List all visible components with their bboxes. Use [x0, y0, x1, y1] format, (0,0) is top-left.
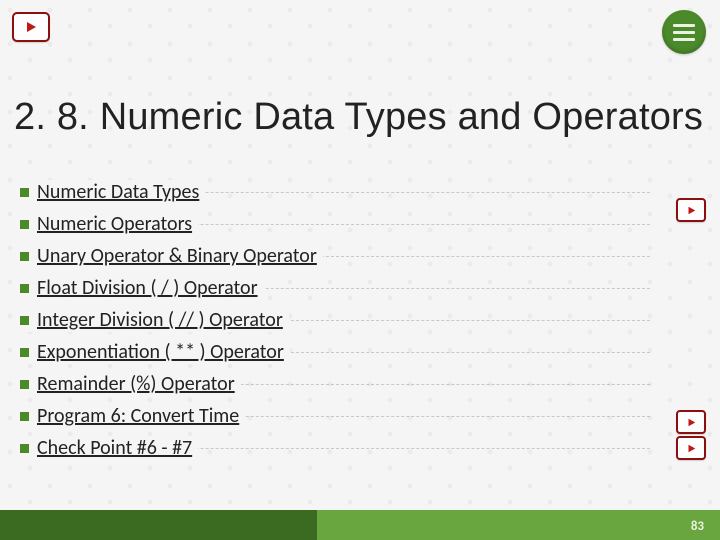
topic-link[interactable]: Remainder (%) Operator	[37, 372, 241, 396]
list-item: Integer Division ( // ) Operator	[20, 304, 650, 336]
topic-link[interactable]: Numeric Operators	[37, 212, 198, 236]
bullet-icon	[20, 412, 29, 421]
bullet-icon	[20, 220, 29, 229]
menu-icon[interactable]	[662, 10, 706, 54]
bullet-icon	[20, 252, 29, 261]
list-item: Remainder (%) Operator	[20, 368, 650, 400]
footer-bar	[0, 510, 720, 540]
list-item: Unary Operator & Binary Operator	[20, 240, 650, 272]
play-icon[interactable]	[676, 436, 706, 460]
topic-link[interactable]: Integer Division ( // ) Operator	[37, 308, 289, 332]
topic-link[interactable]: Float Division ( / ) Operator	[37, 276, 264, 300]
topic-link[interactable]: Exponentiation ( ** ) Operator	[37, 340, 290, 364]
bullet-icon	[20, 284, 29, 293]
bullet-icon	[20, 188, 29, 197]
footer-segment-light	[317, 510, 720, 540]
bullet-icon	[20, 380, 29, 389]
list-item: Check Point #6 - #7	[20, 432, 650, 464]
list-item: Numeric Operators	[20, 208, 650, 240]
topic-link[interactable]: Numeric Data Types	[37, 180, 205, 204]
bullet-icon	[20, 348, 29, 357]
list-item: Exponentiation ( ** ) Operator	[20, 336, 650, 368]
play-icon[interactable]	[676, 410, 706, 434]
footer-segment-dark	[0, 510, 317, 540]
topic-link[interactable]: Program 6: Convert Time	[37, 404, 245, 428]
slide-title: 2. 8. Numeric Data Types and Operators	[14, 96, 706, 139]
page-number: 83	[691, 519, 704, 534]
topic-list: Numeric Data Types Numeric Operators Una…	[20, 176, 650, 464]
play-icon[interactable]	[12, 12, 50, 42]
list-item: Float Division ( / ) Operator	[20, 272, 650, 304]
topic-link[interactable]: Check Point #6 - #7	[37, 436, 198, 460]
topic-link[interactable]: Unary Operator & Binary Operator	[37, 244, 323, 268]
list-item: Numeric Data Types	[20, 176, 650, 208]
bullet-icon	[20, 316, 29, 325]
top-bar	[0, 0, 720, 54]
list-item: Program 6: Convert Time	[20, 400, 650, 432]
play-icon[interactable]	[676, 198, 706, 222]
bullet-icon	[20, 444, 29, 453]
